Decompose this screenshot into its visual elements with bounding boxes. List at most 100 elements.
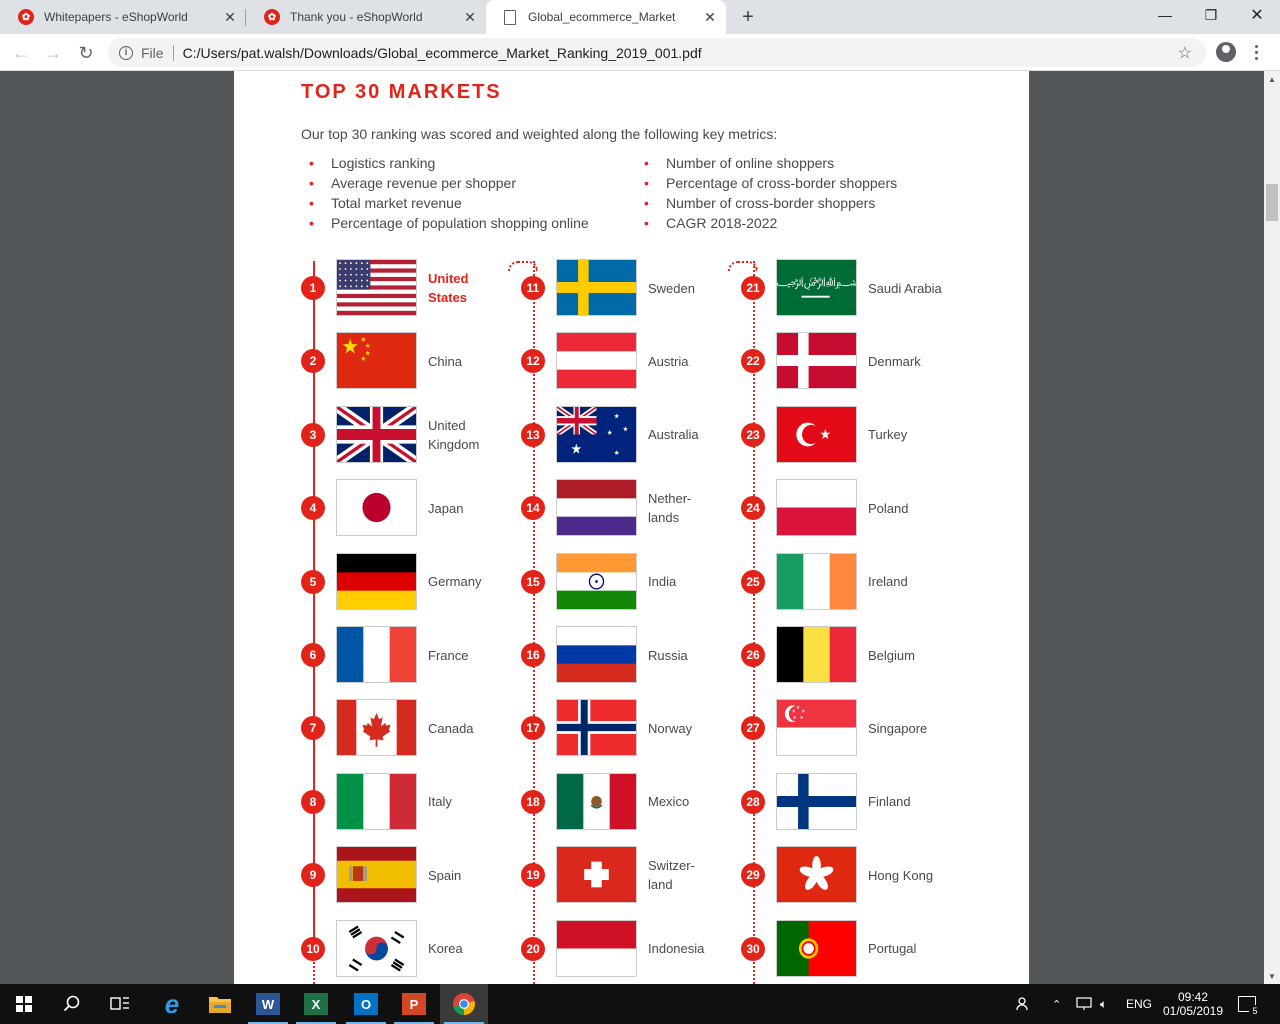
eshopworld-favicon: ✿ bbox=[18, 9, 34, 25]
close-tab-icon[interactable]: ✕ bbox=[222, 9, 238, 25]
rank-badge: 8 bbox=[301, 789, 325, 814]
notification-count: 5 bbox=[1249, 1005, 1261, 1017]
country-name-line: Portugal bbox=[868, 941, 917, 957]
browser-toolbar: ← → ↻ i File C:/Users/pat.walsh/Download… bbox=[0, 34, 1280, 71]
vertical-scrollbar[interactable]: ▲ ▼ bbox=[1264, 71, 1280, 984]
country-name-line: Ireland bbox=[868, 574, 908, 590]
rank-badge: 19 bbox=[521, 863, 545, 888]
svg-text:﷽: ﷽ bbox=[777, 274, 856, 290]
fr-flag-icon bbox=[336, 626, 417, 683]
network-icon[interactable] bbox=[1076, 984, 1092, 1024]
nl-flag-icon bbox=[556, 479, 637, 537]
close-window-icon[interactable]: ✕ bbox=[1234, 0, 1280, 30]
country-name: Russia bbox=[648, 646, 688, 665]
tab-pdf[interactable]: Global_ecommerce_Market_Rank ✕ bbox=[486, 0, 726, 34]
ie-flag-icon bbox=[776, 552, 857, 610]
start-icon[interactable] bbox=[0, 984, 48, 1024]
people-icon[interactable] bbox=[1016, 984, 1032, 1024]
excel-icon[interactable]: X bbox=[292, 984, 340, 1024]
tab-thank-you[interactable]: ✿ Thank you - eShopWorld ✕ bbox=[246, 0, 486, 34]
scroll-thumb[interactable] bbox=[1266, 184, 1278, 221]
rank-badge: 5 bbox=[301, 569, 325, 594]
country-name-line: Korea bbox=[428, 941, 463, 957]
list-item: Number of online shoppers bbox=[644, 153, 897, 173]
restore-icon[interactable]: ❐ bbox=[1188, 0, 1234, 30]
tab-whitepapers[interactable]: ✿ Whitepapers - eShopWorld ✕ bbox=[0, 0, 246, 34]
bookmark-star-icon[interactable]: ☆ bbox=[1178, 43, 1192, 63]
ca-flag-icon bbox=[336, 699, 417, 757]
task-view-icon[interactable] bbox=[96, 984, 144, 1024]
rank-badge: 28 bbox=[741, 789, 765, 814]
profile-icon[interactable] bbox=[1216, 42, 1236, 62]
reload-icon[interactable]: ↻ bbox=[73, 40, 99, 66]
country-name: India bbox=[648, 572, 676, 591]
clock-time: 09:42 bbox=[1177, 990, 1209, 1004]
country-name-line: Singapore bbox=[868, 720, 928, 736]
pt-flag-icon bbox=[776, 919, 857, 977]
country-name: Mexico bbox=[648, 792, 689, 811]
windows-taskbar: e W X O P ⌃ 🔈︎ ENG 09:42 01/05/2019 5 bbox=[0, 984, 1280, 1024]
country-name: Australia bbox=[648, 425, 699, 444]
country-name-line: Poland bbox=[868, 500, 909, 516]
scroll-down-icon[interactable]: ▼ bbox=[1268, 972, 1276, 981]
list-item: Percentage of population shopping online bbox=[309, 213, 589, 233]
powerpoint-icon[interactable]: P bbox=[390, 984, 438, 1024]
close-tab-icon[interactable]: ✕ bbox=[702, 9, 718, 25]
eshopworld-favicon: ✿ bbox=[264, 9, 280, 25]
rank-badge: 20 bbox=[521, 936, 545, 961]
new-tab-button[interactable]: + bbox=[736, 5, 760, 29]
country-name-line: China bbox=[428, 353, 462, 369]
country-name: China bbox=[428, 352, 462, 371]
rank-badge: 15 bbox=[521, 569, 545, 594]
country-name: Indonesia bbox=[648, 939, 704, 958]
country-name-line: Nether- bbox=[648, 491, 692, 507]
tab-strip: ✿ Whitepapers - eShopWorld ✕ ✿ Thank you… bbox=[0, 0, 1280, 34]
country-name: Denmark bbox=[868, 352, 921, 371]
menu-icon[interactable] bbox=[1250, 41, 1262, 63]
rank-badge: 16 bbox=[521, 643, 545, 667]
notifications-icon[interactable]: 5 bbox=[1238, 984, 1261, 1024]
back-icon[interactable]: ← bbox=[8, 40, 34, 66]
rank-badge: 13 bbox=[521, 422, 545, 447]
language-indicator[interactable]: ENG bbox=[1126, 984, 1152, 1024]
country-name: Japan bbox=[428, 499, 463, 518]
country-name-line: Belgium bbox=[868, 647, 915, 663]
outlook-icon[interactable]: O bbox=[342, 984, 390, 1024]
country-name-line: States bbox=[428, 290, 468, 305]
close-tab-icon[interactable]: ✕ bbox=[462, 9, 478, 25]
sg-flag-icon bbox=[776, 699, 857, 757]
ru-flag-icon bbox=[556, 626, 637, 683]
country-name-line: Spain bbox=[428, 867, 462, 883]
rank-badge: 26 bbox=[741, 643, 765, 667]
url-text[interactable]: C:/Users/pat.walsh/Downloads/Global_ecom… bbox=[183, 45, 702, 61]
rank-badge: 6 bbox=[301, 643, 325, 667]
country-name-line: land bbox=[648, 877, 673, 893]
divider bbox=[172, 44, 174, 61]
country-name: Nether-lands bbox=[648, 489, 691, 527]
country-name-line: Norway bbox=[648, 720, 693, 736]
chevron-up-icon[interactable]: ⌃ bbox=[1052, 984, 1061, 1024]
search-icon[interactable] bbox=[48, 984, 96, 1024]
country-name-line: Finland bbox=[868, 794, 911, 810]
volume-icon[interactable]: 🔈︎ bbox=[1100, 984, 1107, 1024]
country-name: Germany bbox=[428, 572, 481, 591]
minimize-icon[interactable]: — bbox=[1142, 0, 1188, 30]
be-flag-icon bbox=[776, 626, 857, 683]
edge-icon[interactable]: e bbox=[148, 984, 196, 1024]
chrome-icon[interactable] bbox=[440, 984, 488, 1024]
scroll-up-icon[interactable]: ▲ bbox=[1268, 75, 1276, 84]
file-explorer-icon[interactable] bbox=[196, 984, 244, 1024]
address-bar[interactable]: i File C:/Users/pat.walsh/Downloads/Glob… bbox=[108, 38, 1206, 67]
country-name: Finland bbox=[868, 792, 911, 811]
country-name: Ireland bbox=[868, 572, 908, 591]
forward-icon[interactable]: → bbox=[40, 40, 66, 66]
clock[interactable]: 09:42 01/05/2019 bbox=[1160, 984, 1226, 1024]
country-name-line: Japan bbox=[428, 500, 464, 516]
rank-badge: 22 bbox=[741, 349, 765, 374]
country-name-line: France bbox=[428, 647, 469, 663]
info-icon[interactable]: i bbox=[119, 45, 133, 60]
at-flag-icon bbox=[556, 332, 637, 390]
word-icon[interactable]: W bbox=[244, 984, 292, 1024]
metrics-list-left: Logistics ranking Average revenue per sh… bbox=[309, 153, 589, 233]
page-title: TOP 30 MARKETS bbox=[301, 81, 502, 103]
